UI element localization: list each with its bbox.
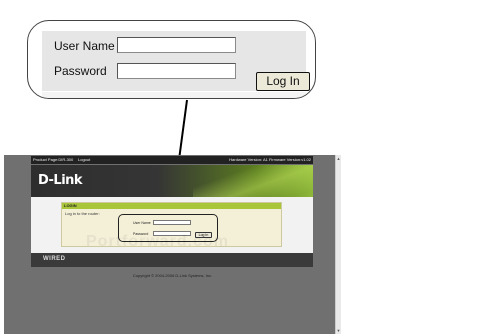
- router-header: D-Link: [31, 165, 313, 197]
- login-intro-text: Log in to the router:: [65, 211, 100, 216]
- scroll-down-icon[interactable]: ▼: [336, 328, 341, 333]
- copyright-text: Copyright © 2004-2006 D-Link Systems, In…: [132, 273, 213, 278]
- login-section-title: LOGIN: [62, 203, 281, 209]
- dlink-logo: D-Link: [38, 173, 83, 188]
- product-page-text: Product Page:DIR-300: [33, 157, 74, 162]
- router-footer-bar: WIRED: [31, 253, 313, 267]
- scrollbar[interactable]: ▲ ▼: [335, 155, 341, 334]
- router-content: LOGIN Log in to the router: User Name Pa…: [31, 197, 313, 253]
- watermark: Portforward.com: [86, 233, 230, 250]
- mini-username-field[interactable]: [153, 220, 191, 225]
- router-page: Product Page:DIR-300 Logout Hardware Ver…: [4, 155, 341, 334]
- version-text: Hardware Version: A1 Firmware Version:v1…: [229, 157, 311, 162]
- header-swoosh: [193, 165, 313, 197]
- wired-label: WIRED: [43, 256, 66, 262]
- router-topbar: Product Page:DIR-300 Logout Hardware Ver…: [31, 156, 313, 164]
- logout-link[interactable]: Logout: [78, 156, 90, 164]
- mini-username-label: User Name: [133, 221, 151, 225]
- scroll-up-icon[interactable]: ▲: [336, 156, 341, 161]
